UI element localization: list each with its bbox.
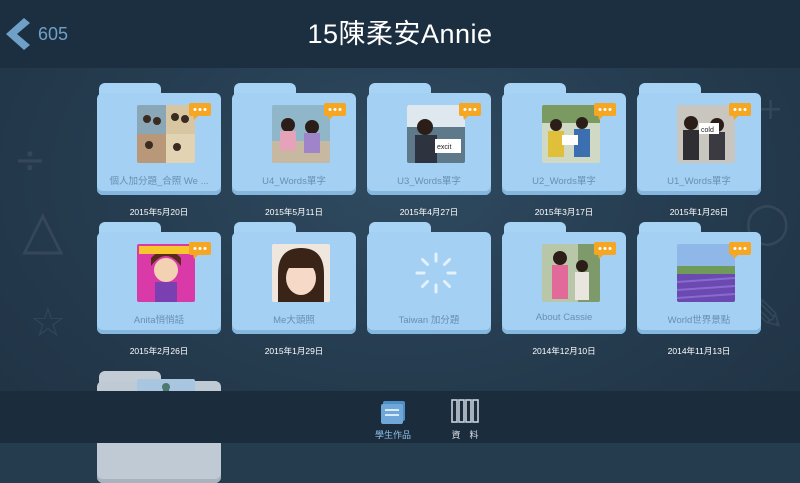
binders-icon xyxy=(451,399,479,423)
thumbnail-image xyxy=(137,244,195,302)
folder-card[interactable]: World世界景點 xyxy=(637,222,761,334)
comment-bubble-icon[interactable] xyxy=(189,103,211,120)
thumbnail-image xyxy=(272,244,330,302)
page-title: 15陳柔安Annie xyxy=(307,19,493,49)
folder-card[interactable]: excit U3_Words單字 xyxy=(367,83,491,195)
folder-label: U4_Words單字 xyxy=(262,176,326,187)
folder-date: 2015年5月11日 xyxy=(265,207,323,217)
triangle-doodle: △ xyxy=(22,198,64,261)
folder-label: Me大頭照 xyxy=(273,315,315,326)
folder-label: World世界景點 xyxy=(667,315,731,326)
comment-bubble-icon[interactable] xyxy=(459,103,481,120)
folder-label: Anita悄悄話 xyxy=(133,315,185,326)
comment-bubble-icon[interactable] xyxy=(729,103,751,120)
folder-label: U1_Words單字 xyxy=(667,176,731,187)
star-doodle: ☆ xyxy=(30,300,66,346)
svg-text:excit: excit xyxy=(437,144,451,151)
comment-bubble-icon[interactable] xyxy=(729,242,751,259)
folder-date: 2015年5月20日 xyxy=(129,207,189,217)
bottom-nav-bar: 學生作品 資 料 xyxy=(0,391,800,443)
comment-bubble-icon[interactable] xyxy=(594,103,616,120)
nav-data[interactable]: 資 料 xyxy=(435,395,495,441)
folder-date: 2015年1月26日 xyxy=(669,207,729,217)
thumbnail-image xyxy=(542,244,600,302)
loading-spinner-icon xyxy=(415,252,457,294)
nav-data-label: 資 料 xyxy=(451,430,479,440)
folder-date: 2014年12月10日 xyxy=(532,346,596,356)
folder-label: U3_Words單字 xyxy=(397,176,461,187)
folder-label: Taiwan 加分題 xyxy=(398,315,460,326)
folder-date: 2015年3月17日 xyxy=(534,207,594,217)
folder-label: U2_Words單字 xyxy=(532,176,596,187)
plus-doodle: + xyxy=(758,92,784,127)
comment-bubble-icon[interactable] xyxy=(324,103,346,120)
folder-label: About Cassie xyxy=(535,312,593,323)
comment-bubble-icon[interactable] xyxy=(594,242,616,259)
folder-card[interactable]: U4_Words單字 xyxy=(232,83,356,195)
folder-card[interactable]: Me大頭照 xyxy=(232,222,356,334)
folder-card[interactable]: cold U1_Words單字 xyxy=(637,83,761,195)
folder-card[interactable]: About Cassie xyxy=(502,222,626,334)
folder-date: 2015年4月27日 xyxy=(399,207,459,217)
thumbnail-image xyxy=(137,105,195,163)
folder-date: 2014年11月13日 xyxy=(667,346,731,356)
thumbnail-image xyxy=(677,244,735,302)
folder-date: 2015年2月26日 xyxy=(129,346,189,356)
comment-bubble-icon[interactable] xyxy=(189,242,211,259)
thumbnail-image: excit xyxy=(407,105,465,163)
folder-stack-icon xyxy=(381,401,405,424)
header-bar: 605 15陳柔安Annie xyxy=(0,0,800,68)
nav-student-works-label: 學生作品 xyxy=(374,430,411,440)
svg-text:cold: cold xyxy=(701,127,714,134)
folder-card[interactable]: 個人加分題_合照 We ... xyxy=(97,83,221,195)
thumbnail-image xyxy=(542,105,600,163)
folder-card[interactable]: Taiwan 加分題 xyxy=(367,222,491,334)
divide-doodle: ÷ xyxy=(14,138,46,182)
folder-card[interactable]: U2_Words單字 xyxy=(502,83,626,195)
folder-label: 個人加分題_合照 We ... xyxy=(109,176,209,187)
thumbnail-image xyxy=(272,105,330,163)
folder-card[interactable]: Anita悄悄話 xyxy=(97,222,221,334)
nav-student-works[interactable]: 學生作品 xyxy=(363,395,423,441)
folder-date: 2015年1月29日 xyxy=(264,346,324,356)
thumbnail-image: cold xyxy=(677,105,735,163)
